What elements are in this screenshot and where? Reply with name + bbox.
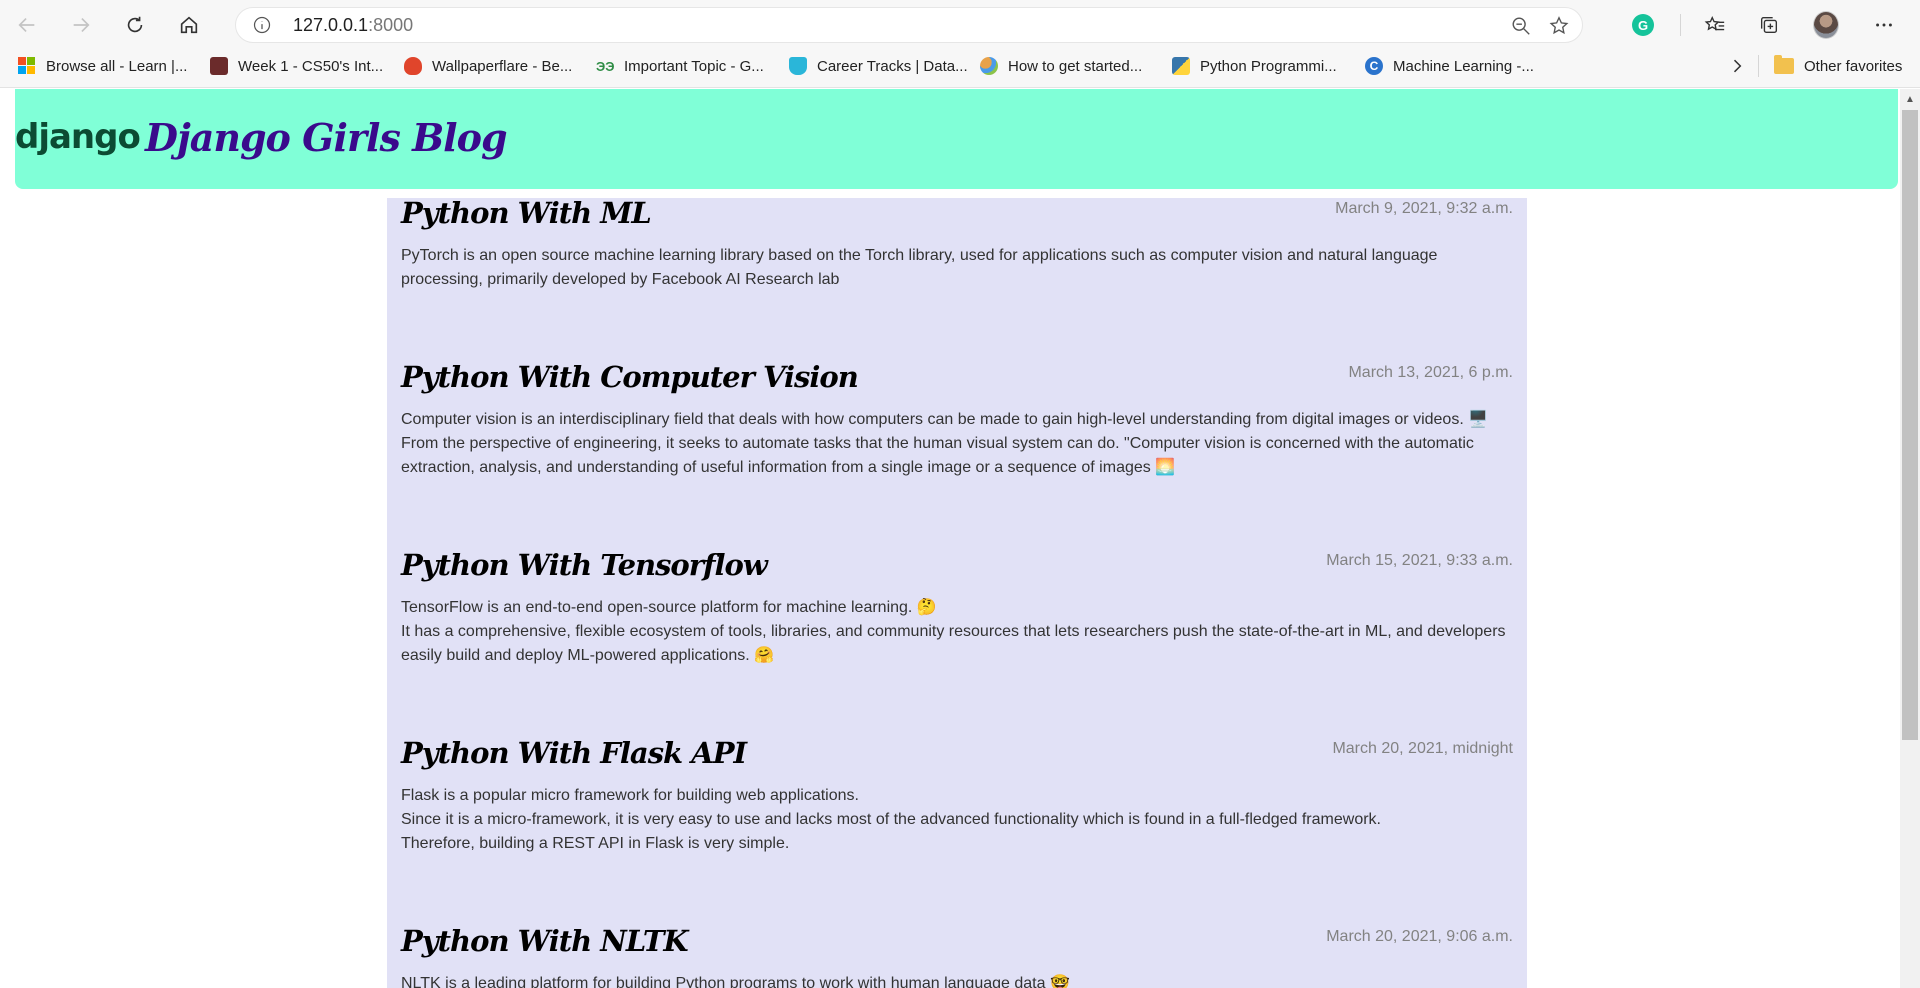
post-paragraph: Computer vision is an interdisciplinary … [401,411,1493,476]
post-body: PyTorch is an open source machine learni… [401,244,1511,292]
post-title-link[interactable]: Python With Tensorflow [401,548,768,582]
datacamp-icon [789,57,807,75]
bookmark-browse-all[interactable]: Browse all - Learn |... [18,50,187,82]
bookmark-python[interactable]: Python Programmi... [1172,50,1337,82]
arrow-left-icon [18,17,35,33]
flame-icon [404,57,422,75]
bookmark-label: Machine Learning -... [1393,57,1534,75]
grammarly-extension-icon[interactable]: G [1630,12,1656,38]
post-paragraph: Therefore, building a REST API in Flask … [401,835,790,852]
bookmark-coursera[interactable]: C Machine Learning -... [1365,50,1534,82]
bookmark-label: Wallpaperflare - Be... [432,57,573,75]
home-button[interactable] [162,0,216,50]
post-title-link[interactable]: Python With NLTK [401,924,689,958]
other-favorites-label: Other favorites [1804,57,1903,75]
browser-toolbar: 127.0.0.1:8000 G [0,0,1920,50]
post-date: March 13, 2021, 6 p.m. [1348,364,1513,381]
bookmarks-bar: Browse all - Learn |... Week 1 - CS50's … [0,50,1920,88]
refresh-icon [127,16,143,33]
post-paragraph: Since it is a micro-framework, it is ver… [401,811,1381,828]
back-button[interactable] [0,0,54,50]
post-paragraph: NLTK is a leading platform for building … [401,975,1070,988]
scrollbar-thumb[interactable] [1902,110,1918,740]
folder-icon [1774,55,1794,74]
bookmark-kaggle[interactable]: How to get started... [980,50,1142,82]
bookmark-gfg[interactable]: ЭЭ Important Topic - G... [596,50,764,82]
site-info-icon[interactable] [251,14,273,36]
bookmarks-divider [1758,55,1759,77]
python-icon [1172,57,1190,75]
refresh-button[interactable] [108,0,162,50]
post-body: NLTK is a leading platform for building … [401,972,1511,988]
harvard-icon [210,57,228,75]
post-date: March 9, 2021, 9:32 a.m. [1335,200,1513,217]
scroll-up-arrow-icon[interactable]: ▲ [1900,89,1920,109]
arrow-right-icon [73,17,90,33]
post-paragraph: It has a comprehensive, flexible ecosyst… [401,623,1510,664]
collections-icon[interactable] [1756,12,1782,38]
forward-button[interactable] [54,0,108,50]
add-favorite-icon[interactable] [1548,15,1570,37]
bookmark-datacamp[interactable]: Career Tracks | Data... [789,50,968,82]
page-scrollbar[interactable]: ▲ [1900,89,1920,988]
post-body: Computer vision is an interdisciplinary … [401,408,1511,480]
site-title-link[interactable]: Django Girls Blog [145,115,508,160]
bookmark-label: Week 1 - CS50's Int... [238,57,384,75]
post-paragraph: PyTorch is an open source machine learni… [401,247,1442,288]
home-icon [180,16,198,34]
django-logo: django [15,117,141,157]
post-paragraph: TensorFlow is an end-to-end open-source … [401,599,937,616]
address-bar[interactable]: 127.0.0.1:8000 [235,7,1583,43]
toolbar-divider [1680,14,1681,36]
post-title-link[interactable]: Python With ML [401,196,652,230]
post-title-link[interactable]: Python With Flask API [401,736,747,770]
bookmark-label: Python Programmi... [1200,57,1337,75]
url-text[interactable]: 127.0.0.1:8000 [293,15,413,36]
other-favorites-folder[interactable]: Other favorites [1774,50,1902,82]
profile-avatar[interactable] [1813,11,1839,39]
kaggle-icon [980,57,998,75]
bookmark-label: Career Tracks | Data... [817,57,968,75]
gfg-icon: ЭЭ [596,58,615,74]
coursera-icon: C [1365,57,1383,75]
bookmark-label: Browse all - Learn |... [46,57,188,75]
avatar [1813,11,1839,39]
post-date: March 20, 2021, 9:06 a.m. [1326,928,1513,945]
favorites-icon[interactable] [1702,12,1728,38]
post-body: TensorFlow is an end-to-end open-source … [401,596,1511,668]
bookmark-cs50[interactable]: Week 1 - CS50's Int... [210,50,383,82]
bookmark-wallpaperflare[interactable]: Wallpaperflare - Be... [404,50,572,82]
post-date: March 20, 2021, midnight [1332,740,1513,757]
bookmark-label: Important Topic - G... [624,57,764,75]
more-menu-icon[interactable] [1871,12,1897,38]
bookmark-label: How to get started... [1008,57,1143,75]
post-paragraph: Flask is a popular micro framework for b… [401,787,859,804]
post-date: March 15, 2021, 9:33 a.m. [1326,552,1513,569]
page-header: django Django Girls Blog [15,89,1898,189]
post-body: Flask is a popular micro framework for b… [401,784,1511,856]
bookmarks-overflow-chevron-icon[interactable] [1727,50,1747,82]
post-title-link[interactable]: Python With Computer Vision [401,360,859,394]
zoom-out-icon[interactable] [1510,15,1532,37]
page-viewport: django Django Girls Blog Python With ML … [0,89,1900,988]
posts-container: Python With ML March 9, 2021, 9:32 a.m. … [387,196,1527,988]
microsoft-icon [18,57,36,75]
